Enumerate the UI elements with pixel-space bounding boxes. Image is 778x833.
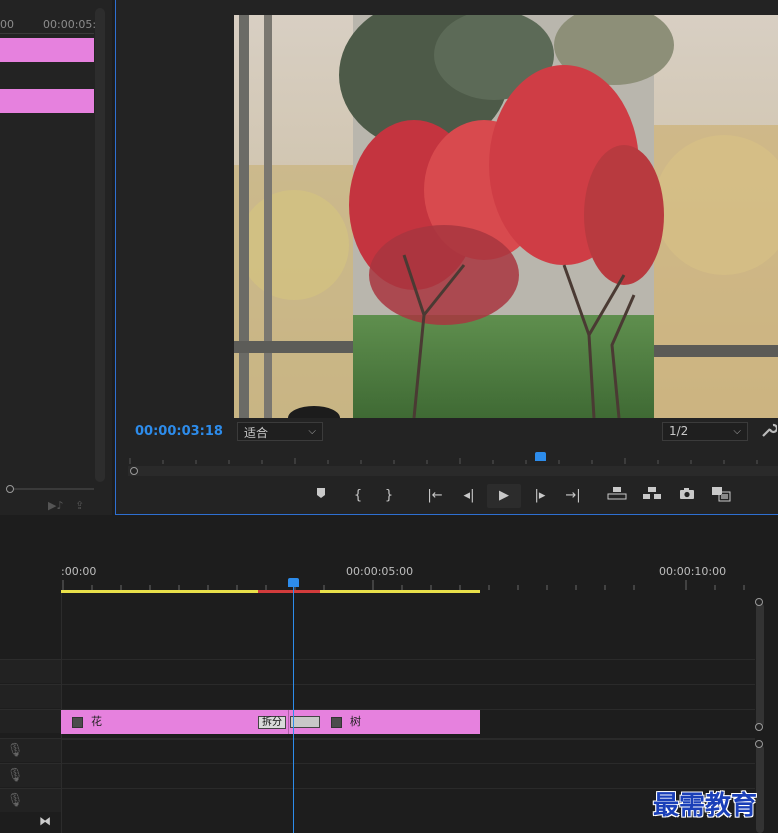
go-to-out-icon[interactable]: →| bbox=[561, 486, 585, 506]
zoom-level-value: 适合 bbox=[244, 426, 269, 440]
step-forward-icon[interactable]: |▸ bbox=[528, 486, 552, 506]
chevron-down-icon: ⌵ bbox=[733, 426, 741, 437]
source-panel: 00 00:00:05: ▶♪ ⇪ bbox=[0, 0, 112, 515]
vertical-scrollbar[interactable] bbox=[95, 8, 105, 482]
render-bar bbox=[258, 590, 320, 593]
microphone-icon[interactable]: 🎙 bbox=[0, 768, 30, 783]
ruler-label-5s: 00:00:05: bbox=[43, 18, 97, 31]
compare-view-icon[interactable] bbox=[709, 486, 733, 506]
video-frame bbox=[234, 15, 778, 418]
audio-scroll-handle[interactable] bbox=[755, 740, 763, 748]
export-frame-icon[interactable] bbox=[675, 486, 699, 506]
timeline-ruler-label-0: :00:00 bbox=[61, 565, 97, 578]
track-header-v2[interactable] bbox=[0, 684, 61, 708]
chevron-down-icon: ⌵ bbox=[308, 426, 316, 437]
video-track-2 bbox=[61, 684, 755, 709]
playback-resolution-select[interactable]: 1/2 ⌵ bbox=[662, 422, 748, 441]
clip-edit-point[interactable] bbox=[288, 710, 289, 734]
timeline-playhead-line[interactable] bbox=[293, 587, 294, 833]
wrench-icon[interactable] bbox=[761, 422, 778, 438]
video-image bbox=[234, 15, 778, 418]
add-marker-icon[interactable] bbox=[309, 486, 333, 506]
microphone-icon[interactable]: 🎙 bbox=[0, 743, 30, 758]
monitor-playhead[interactable] bbox=[535, 452, 546, 461]
track-header-v1[interactable] bbox=[0, 709, 61, 733]
mark-in-icon[interactable]: { bbox=[346, 486, 370, 506]
video-tracks-scrollbar[interactable] bbox=[756, 603, 764, 727]
export-icon[interactable]: ⇪ bbox=[75, 499, 84, 512]
track-header-a1[interactable]: 🎙 bbox=[0, 738, 61, 762]
timeline-ruler-label-10: 00:00:10:00 bbox=[659, 565, 727, 578]
fx-icon bbox=[331, 716, 342, 728]
step-back-icon[interactable]: ◂| bbox=[457, 486, 481, 506]
ruler-line bbox=[0, 33, 94, 34]
scroll-handle-bottom[interactable] bbox=[755, 723, 763, 731]
split-tooltip: 拆分 bbox=[258, 716, 286, 729]
insert-icon[interactable]: ▶♪ bbox=[48, 499, 63, 512]
track-header-a3[interactable]: 🎙 bbox=[0, 788, 61, 812]
clip-flower-label: 花 bbox=[91, 715, 102, 728]
zoom-level-select[interactable]: 适合 ⌵ bbox=[237, 422, 323, 441]
track-header-v3[interactable] bbox=[0, 659, 61, 683]
ruler-label-start: 00 bbox=[0, 18, 14, 31]
source-clip-bar-1[interactable] bbox=[0, 38, 94, 62]
audio-tracks-scrollbar[interactable] bbox=[756, 745, 764, 833]
clip-tree-label: 树 bbox=[350, 715, 361, 728]
clip-flower[interactable]: 花 bbox=[61, 710, 289, 734]
monitor-zoom-bar[interactable] bbox=[128, 466, 778, 476]
fx-icon bbox=[72, 716, 83, 728]
timeline-time-ruler[interactable] bbox=[61, 580, 755, 590]
program-timecode[interactable]: 00:00:03:18 bbox=[135, 424, 223, 439]
watermark-text: 最需教育 bbox=[653, 791, 758, 821]
audio-track-2 bbox=[61, 763, 755, 788]
source-clip-bar-2[interactable] bbox=[0, 89, 94, 113]
resolution-value: 1/2 bbox=[669, 424, 689, 438]
zoom-handle[interactable] bbox=[6, 485, 14, 493]
audio-track-1 bbox=[61, 738, 755, 763]
audio-track-3 bbox=[61, 788, 755, 813]
lift-icon[interactable] bbox=[605, 486, 629, 506]
go-to-in-icon[interactable]: |← bbox=[423, 486, 447, 506]
scroll-handle-top[interactable] bbox=[755, 598, 763, 606]
timeline-ruler-label-5: 00:00:05:00 bbox=[346, 565, 414, 578]
extract-icon[interactable] bbox=[640, 486, 664, 506]
play-icon[interactable]: ▶ bbox=[487, 484, 521, 508]
timeline-playhead-handle[interactable] bbox=[288, 578, 299, 587]
zoom-scrollbar[interactable] bbox=[10, 488, 94, 490]
video-track-3 bbox=[61, 659, 755, 684]
monitor-time-ruler[interactable] bbox=[128, 452, 778, 464]
mark-out-icon[interactable]: } bbox=[377, 486, 401, 506]
track-header-a2[interactable]: 🎙 bbox=[0, 763, 61, 787]
sync-icon[interactable]: ⧓ bbox=[39, 814, 51, 828]
microphone-icon[interactable]: 🎙 bbox=[0, 793, 30, 808]
monitor-zoom-handle[interactable] bbox=[130, 467, 138, 475]
razor-cursor-box bbox=[290, 716, 320, 728]
